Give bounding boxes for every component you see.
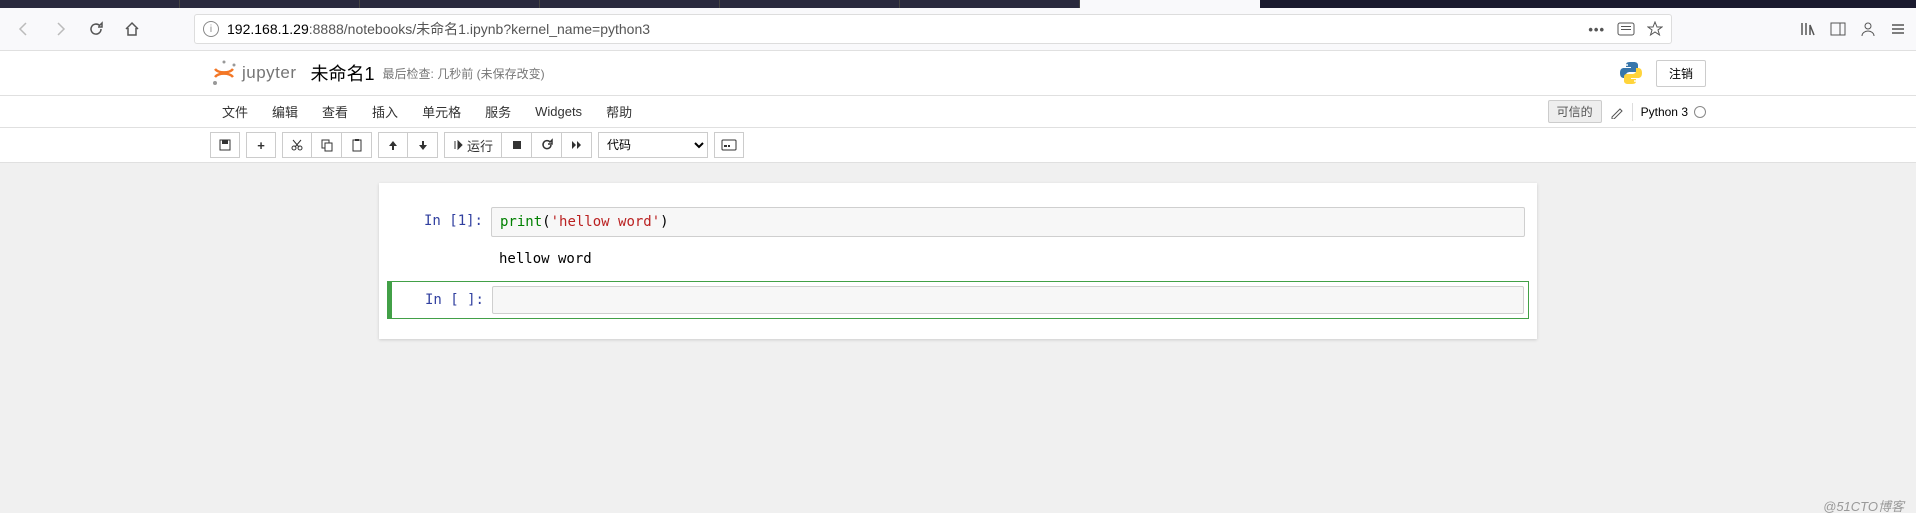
info-icon[interactable]: i [203, 21, 219, 37]
menu-widgets[interactable]: Widgets [523, 98, 594, 125]
copy-button[interactable] [312, 132, 342, 158]
restart-button[interactable] [532, 132, 562, 158]
sidebar-icon[interactable] [1830, 21, 1846, 37]
run-button[interactable]: 运行 [444, 132, 502, 158]
menu-icon[interactable] [1890, 21, 1906, 37]
input-prompt: In [ ]: [392, 286, 492, 314]
trusted-indicator[interactable]: 可信的 [1548, 100, 1602, 123]
reload-button[interactable] [82, 15, 110, 43]
kernel-indicator[interactable]: Python 3 [1641, 105, 1706, 119]
python-logo-icon [1618, 60, 1644, 86]
move-down-button[interactable] [408, 132, 438, 158]
cut-button[interactable] [282, 132, 312, 158]
notebook-container: In [1]: print('hellow word') hellow word… [0, 163, 1916, 513]
menu-file[interactable]: 文件 [210, 96, 260, 127]
notebook: In [1]: print('hellow word') hellow word… [379, 183, 1537, 339]
output-cell: hellow word [387, 245, 1529, 277]
input-prompt: In [1]: [391, 207, 491, 237]
browser-tab-strip [0, 0, 1916, 8]
cell-type-select[interactable]: 代码 [598, 132, 708, 158]
browser-tab[interactable] [360, 0, 540, 8]
code-cell-selected[interactable]: In [ ]: [387, 281, 1529, 319]
bookmark-star-icon[interactable] [1647, 21, 1663, 37]
url-bar[interactable]: i 192.168.1.29:8888/notebooks/未命名1.ipynb… [194, 14, 1672, 44]
cell-output: hellow word [491, 245, 1525, 273]
kernel-status-icon [1694, 106, 1706, 118]
notebook-name[interactable]: 未命名1 [311, 60, 375, 86]
code-input[interactable] [492, 286, 1524, 314]
move-up-button[interactable] [378, 132, 408, 158]
output-prompt [391, 245, 491, 273]
menu-help[interactable]: 帮助 [594, 96, 644, 127]
forward-button[interactable] [46, 15, 74, 43]
browser-tab[interactable] [540, 0, 720, 8]
back-button[interactable] [10, 15, 38, 43]
reader-icon[interactable] [1617, 22, 1635, 36]
edit-icon[interactable] [1610, 105, 1624, 119]
toolbar: + 运行 代 [0, 128, 1916, 163]
browser-tab-active[interactable] [1080, 0, 1260, 8]
save-button[interactable] [210, 132, 240, 158]
code-cell[interactable]: In [1]: print('hellow word') [387, 203, 1529, 241]
browser-tab[interactable] [720, 0, 900, 8]
checkpoint-status: 最后检查: 几秒前 (未保存改变) [383, 65, 545, 82]
home-button[interactable] [118, 15, 146, 43]
more-actions-icon[interactable]: ••• [1588, 22, 1605, 37]
account-icon[interactable] [1860, 21, 1876, 37]
menu-cell[interactable]: 单元格 [410, 96, 473, 127]
restart-run-all-button[interactable] [562, 132, 592, 158]
browser-tab[interactable] [180, 0, 360, 8]
paste-button[interactable] [342, 132, 372, 158]
command-palette-button[interactable] [714, 132, 744, 158]
logout-button[interactable]: 注销 [1656, 60, 1706, 87]
library-icon[interactable] [1800, 21, 1816, 37]
url-text: 192.168.1.29:8888/notebooks/未命名1.ipynb?k… [227, 19, 650, 39]
menu-edit[interactable]: 编辑 [260, 96, 310, 127]
menu-kernel[interactable]: 服务 [473, 96, 523, 127]
browser-tab[interactable] [900, 0, 1080, 8]
code-input[interactable]: print('hellow word') [491, 207, 1525, 237]
interrupt-button[interactable] [502, 132, 532, 158]
jupyter-header: jupyter 未命名1 最后检查: 几秒前 (未保存改变) 注销 [0, 51, 1916, 96]
menu-insert[interactable]: 插入 [360, 96, 410, 127]
browser-toolbar: i 192.168.1.29:8888/notebooks/未命名1.ipynb… [0, 8, 1916, 51]
browser-tab[interactable] [0, 0, 180, 8]
add-cell-button[interactable]: + [246, 132, 276, 158]
menu-view[interactable]: 查看 [310, 96, 360, 127]
logo-text: jupyter [242, 63, 297, 83]
jupyter-logo[interactable]: jupyter [210, 59, 297, 87]
watermark: @51CTO博客 [1823, 496, 1904, 515]
menu-bar: 文件 编辑 查看 插入 单元格 服务 Widgets 帮助 可信的 Python… [0, 96, 1916, 128]
